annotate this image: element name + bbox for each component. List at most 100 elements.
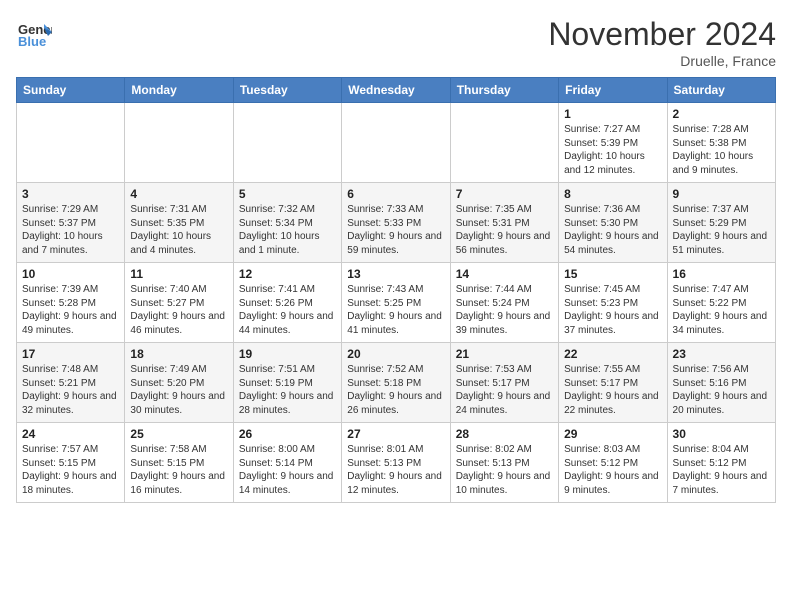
calendar-cell: 15 Sunrise: 7:45 AMSunset: 5:23 PMDayligh… [559, 263, 667, 343]
page-header: General Blue November 2024 Druelle, Fran… [16, 16, 776, 69]
calendar-cell: 6Sunrise: 7:33 AMSunset: 5:33 PMDaylight… [342, 183, 450, 263]
weekday-header-thursday: Thursday [450, 78, 558, 103]
day-info: Sunrise: 7:58 AMSunset: 5:15 PMDaylight:… [130, 443, 227, 497]
calendar-cell: 7 Sunrise: 7:35 AMSunset: 5:31 PMDaylight… [450, 183, 558, 263]
calendar-cell: 13 Sunrise: 7:43 AMSunset: 5:25 PMDayligh… [342, 263, 450, 343]
calendar-cell: 23 Sunrise: 7:56 AMSunset: 5:16 PMDayligh… [667, 343, 775, 423]
day-number: 8 [564, 187, 661, 201]
day-number: 16 [673, 267, 770, 281]
day-number: 28 [456, 427, 553, 441]
day-info: Sunrise: 7:31 AMSunset: 5:35 PMDaylight:… [130, 203, 227, 257]
weekday-header-friday: Friday [559, 78, 667, 103]
day-info: Sunrise: 8:01 AMSunset: 5:13 PMDaylight:… [347, 443, 444, 497]
day-number: 26 [239, 427, 336, 441]
calendar-week-4: 17Sunrise: 7:48 AMSunset: 5:21 PMDayligh… [17, 343, 776, 423]
day-info: Sunrise: 7:35 AMSunset: 5:31 PMDaylight:… [456, 203, 553, 257]
day-info: Sunrise: 7:51 AMSunset: 5:19 PMDaylight:… [239, 363, 336, 417]
weekday-header-monday: Monday [125, 78, 233, 103]
day-number: 3 [22, 187, 119, 201]
day-number: 14 [456, 267, 553, 281]
day-number: 22 [564, 347, 661, 361]
logo-icon: General Blue [16, 16, 52, 52]
weekday-header-tuesday: Tuesday [233, 78, 341, 103]
day-info: Sunrise: 7:43 AMSunset: 5:25 PMDaylight:… [347, 283, 444, 337]
weekday-header-wednesday: Wednesday [342, 78, 450, 103]
day-info: Sunrise: 7:27 AMSunset: 5:39 PMDaylight:… [564, 123, 661, 177]
calendar-cell [450, 103, 558, 183]
calendar-cell: 11Sunrise: 7:40 AMSunset: 5:27 PMDayligh… [125, 263, 233, 343]
calendar-cell: 9 Sunrise: 7:37 AMSunset: 5:29 PMDaylight… [667, 183, 775, 263]
logo: General Blue [16, 16, 52, 52]
day-info: Sunrise: 7:47 AMSunset: 5:22 PMDaylight:… [673, 283, 770, 337]
calendar-cell: 20 Sunrise: 7:52 AMSunset: 5:18 PMDayligh… [342, 343, 450, 423]
day-number: 7 [456, 187, 553, 201]
day-info: Sunrise: 7:44 AMSunset: 5:24 PMDaylight:… [456, 283, 553, 337]
day-info: Sunrise: 7:45 AMSunset: 5:23 PMDaylight:… [564, 283, 661, 337]
day-info: Sunrise: 7:49 AMSunset: 5:20 PMDaylight:… [130, 363, 227, 417]
calendar-cell: 22 Sunrise: 7:55 AMSunset: 5:17 PMDayligh… [559, 343, 667, 423]
day-number: 10 [22, 267, 119, 281]
calendar-cell [125, 103, 233, 183]
day-info: Sunrise: 7:40 AMSunset: 5:27 PMDaylight:… [130, 283, 227, 337]
calendar-cell: 5 Sunrise: 7:32 AMSunset: 5:34 PMDaylight… [233, 183, 341, 263]
title-area: November 2024 Druelle, France [548, 16, 776, 69]
calendar-cell: 12 Sunrise: 7:41 AMSunset: 5:26 PMDayligh… [233, 263, 341, 343]
calendar-week-3: 10 Sunrise: 7:39 AMSunset: 5:28 PMDayligh… [17, 263, 776, 343]
day-number: 19 [239, 347, 336, 361]
day-number: 5 [239, 187, 336, 201]
calendar-cell: 18 Sunrise: 7:49 AMSunset: 5:20 PMDayligh… [125, 343, 233, 423]
day-info: Sunrise: 8:03 AMSunset: 5:12 PMDaylight:… [564, 443, 661, 497]
calendar-cell: 10 Sunrise: 7:39 AMSunset: 5:28 PMDayligh… [17, 263, 125, 343]
day-info: Sunrise: 7:52 AMSunset: 5:18 PMDaylight:… [347, 363, 444, 417]
day-info: Sunrise: 7:32 AMSunset: 5:34 PMDaylight:… [239, 203, 336, 257]
calendar-cell: 28 Sunrise: 8:02 AMSunset: 5:13 PMDayligh… [450, 423, 558, 503]
day-info: Sunrise: 7:56 AMSunset: 5:16 PMDaylight:… [673, 363, 770, 417]
calendar-cell: 3 Sunrise: 7:29 AMSunset: 5:37 PMDaylight… [17, 183, 125, 263]
day-number: 29 [564, 427, 661, 441]
day-number: 24 [22, 427, 119, 441]
day-number: 30 [673, 427, 770, 441]
day-number: 20 [347, 347, 444, 361]
day-info: Sunrise: 7:33 AMSunset: 5:33 PMDaylight:… [347, 203, 444, 257]
day-info: Sunrise: 7:29 AMSunset: 5:37 PMDaylight:… [22, 203, 119, 257]
calendar-cell: 30Sunrise: 8:04 AMSunset: 5:12 PMDayligh… [667, 423, 775, 503]
weekday-header-saturday: Saturday [667, 78, 775, 103]
calendar-cell: 29 Sunrise: 8:03 AMSunset: 5:12 PMDayligh… [559, 423, 667, 503]
day-info: Sunrise: 7:48 AMSunset: 5:21 PMDaylight:… [22, 363, 119, 417]
calendar-cell: 4Sunrise: 7:31 AMSunset: 5:35 PMDaylight… [125, 183, 233, 263]
day-info: Sunrise: 7:41 AMSunset: 5:26 PMDaylight:… [239, 283, 336, 337]
calendar-cell: 25Sunrise: 7:58 AMSunset: 5:15 PMDayligh… [125, 423, 233, 503]
day-info: Sunrise: 7:53 AMSunset: 5:17 PMDaylight:… [456, 363, 553, 417]
day-info: Sunrise: 7:57 AMSunset: 5:15 PMDaylight:… [22, 443, 119, 497]
day-number: 18 [130, 347, 227, 361]
calendar-cell: 16 Sunrise: 7:47 AMSunset: 5:22 PMDayligh… [667, 263, 775, 343]
calendar-week-5: 24 Sunrise: 7:57 AMSunset: 5:15 PMDayligh… [17, 423, 776, 503]
location: Druelle, France [548, 53, 776, 69]
day-number: 2 [673, 107, 770, 121]
calendar-cell: 17Sunrise: 7:48 AMSunset: 5:21 PMDayligh… [17, 343, 125, 423]
calendar-cell: 24 Sunrise: 7:57 AMSunset: 5:15 PMDayligh… [17, 423, 125, 503]
day-number: 15 [564, 267, 661, 281]
day-info: Sunrise: 7:39 AMSunset: 5:28 PMDaylight:… [22, 283, 119, 337]
day-info: Sunrise: 8:02 AMSunset: 5:13 PMDaylight:… [456, 443, 553, 497]
day-info: Sunrise: 7:55 AMSunset: 5:17 PMDaylight:… [564, 363, 661, 417]
calendar-cell [342, 103, 450, 183]
calendar-cell: 26Sunrise: 8:00 AMSunset: 5:14 PMDayligh… [233, 423, 341, 503]
svg-text:Blue: Blue [18, 34, 46, 49]
day-number: 13 [347, 267, 444, 281]
calendar-cell: 2 Sunrise: 7:28 AMSunset: 5:38 PMDaylight… [667, 103, 775, 183]
calendar-week-1: 1Sunrise: 7:27 AMSunset: 5:39 PMDaylight… [17, 103, 776, 183]
day-number: 12 [239, 267, 336, 281]
day-number: 23 [673, 347, 770, 361]
day-number: 27 [347, 427, 444, 441]
calendar-cell: 8 Sunrise: 7:36 AMSunset: 5:30 PMDaylight… [559, 183, 667, 263]
month-title: November 2024 [548, 16, 776, 53]
day-info: Sunrise: 7:28 AMSunset: 5:38 PMDaylight:… [673, 123, 770, 177]
day-number: 9 [673, 187, 770, 201]
calendar-cell: 1Sunrise: 7:27 AMSunset: 5:39 PMDaylight… [559, 103, 667, 183]
day-info: Sunrise: 7:37 AMSunset: 5:29 PMDaylight:… [673, 203, 770, 257]
weekday-header-sunday: Sunday [17, 78, 125, 103]
calendar-cell: 19 Sunrise: 7:51 AMSunset: 5:19 PMDayligh… [233, 343, 341, 423]
calendar-cell [17, 103, 125, 183]
day-info: Sunrise: 7:36 AMSunset: 5:30 PMDaylight:… [564, 203, 661, 257]
